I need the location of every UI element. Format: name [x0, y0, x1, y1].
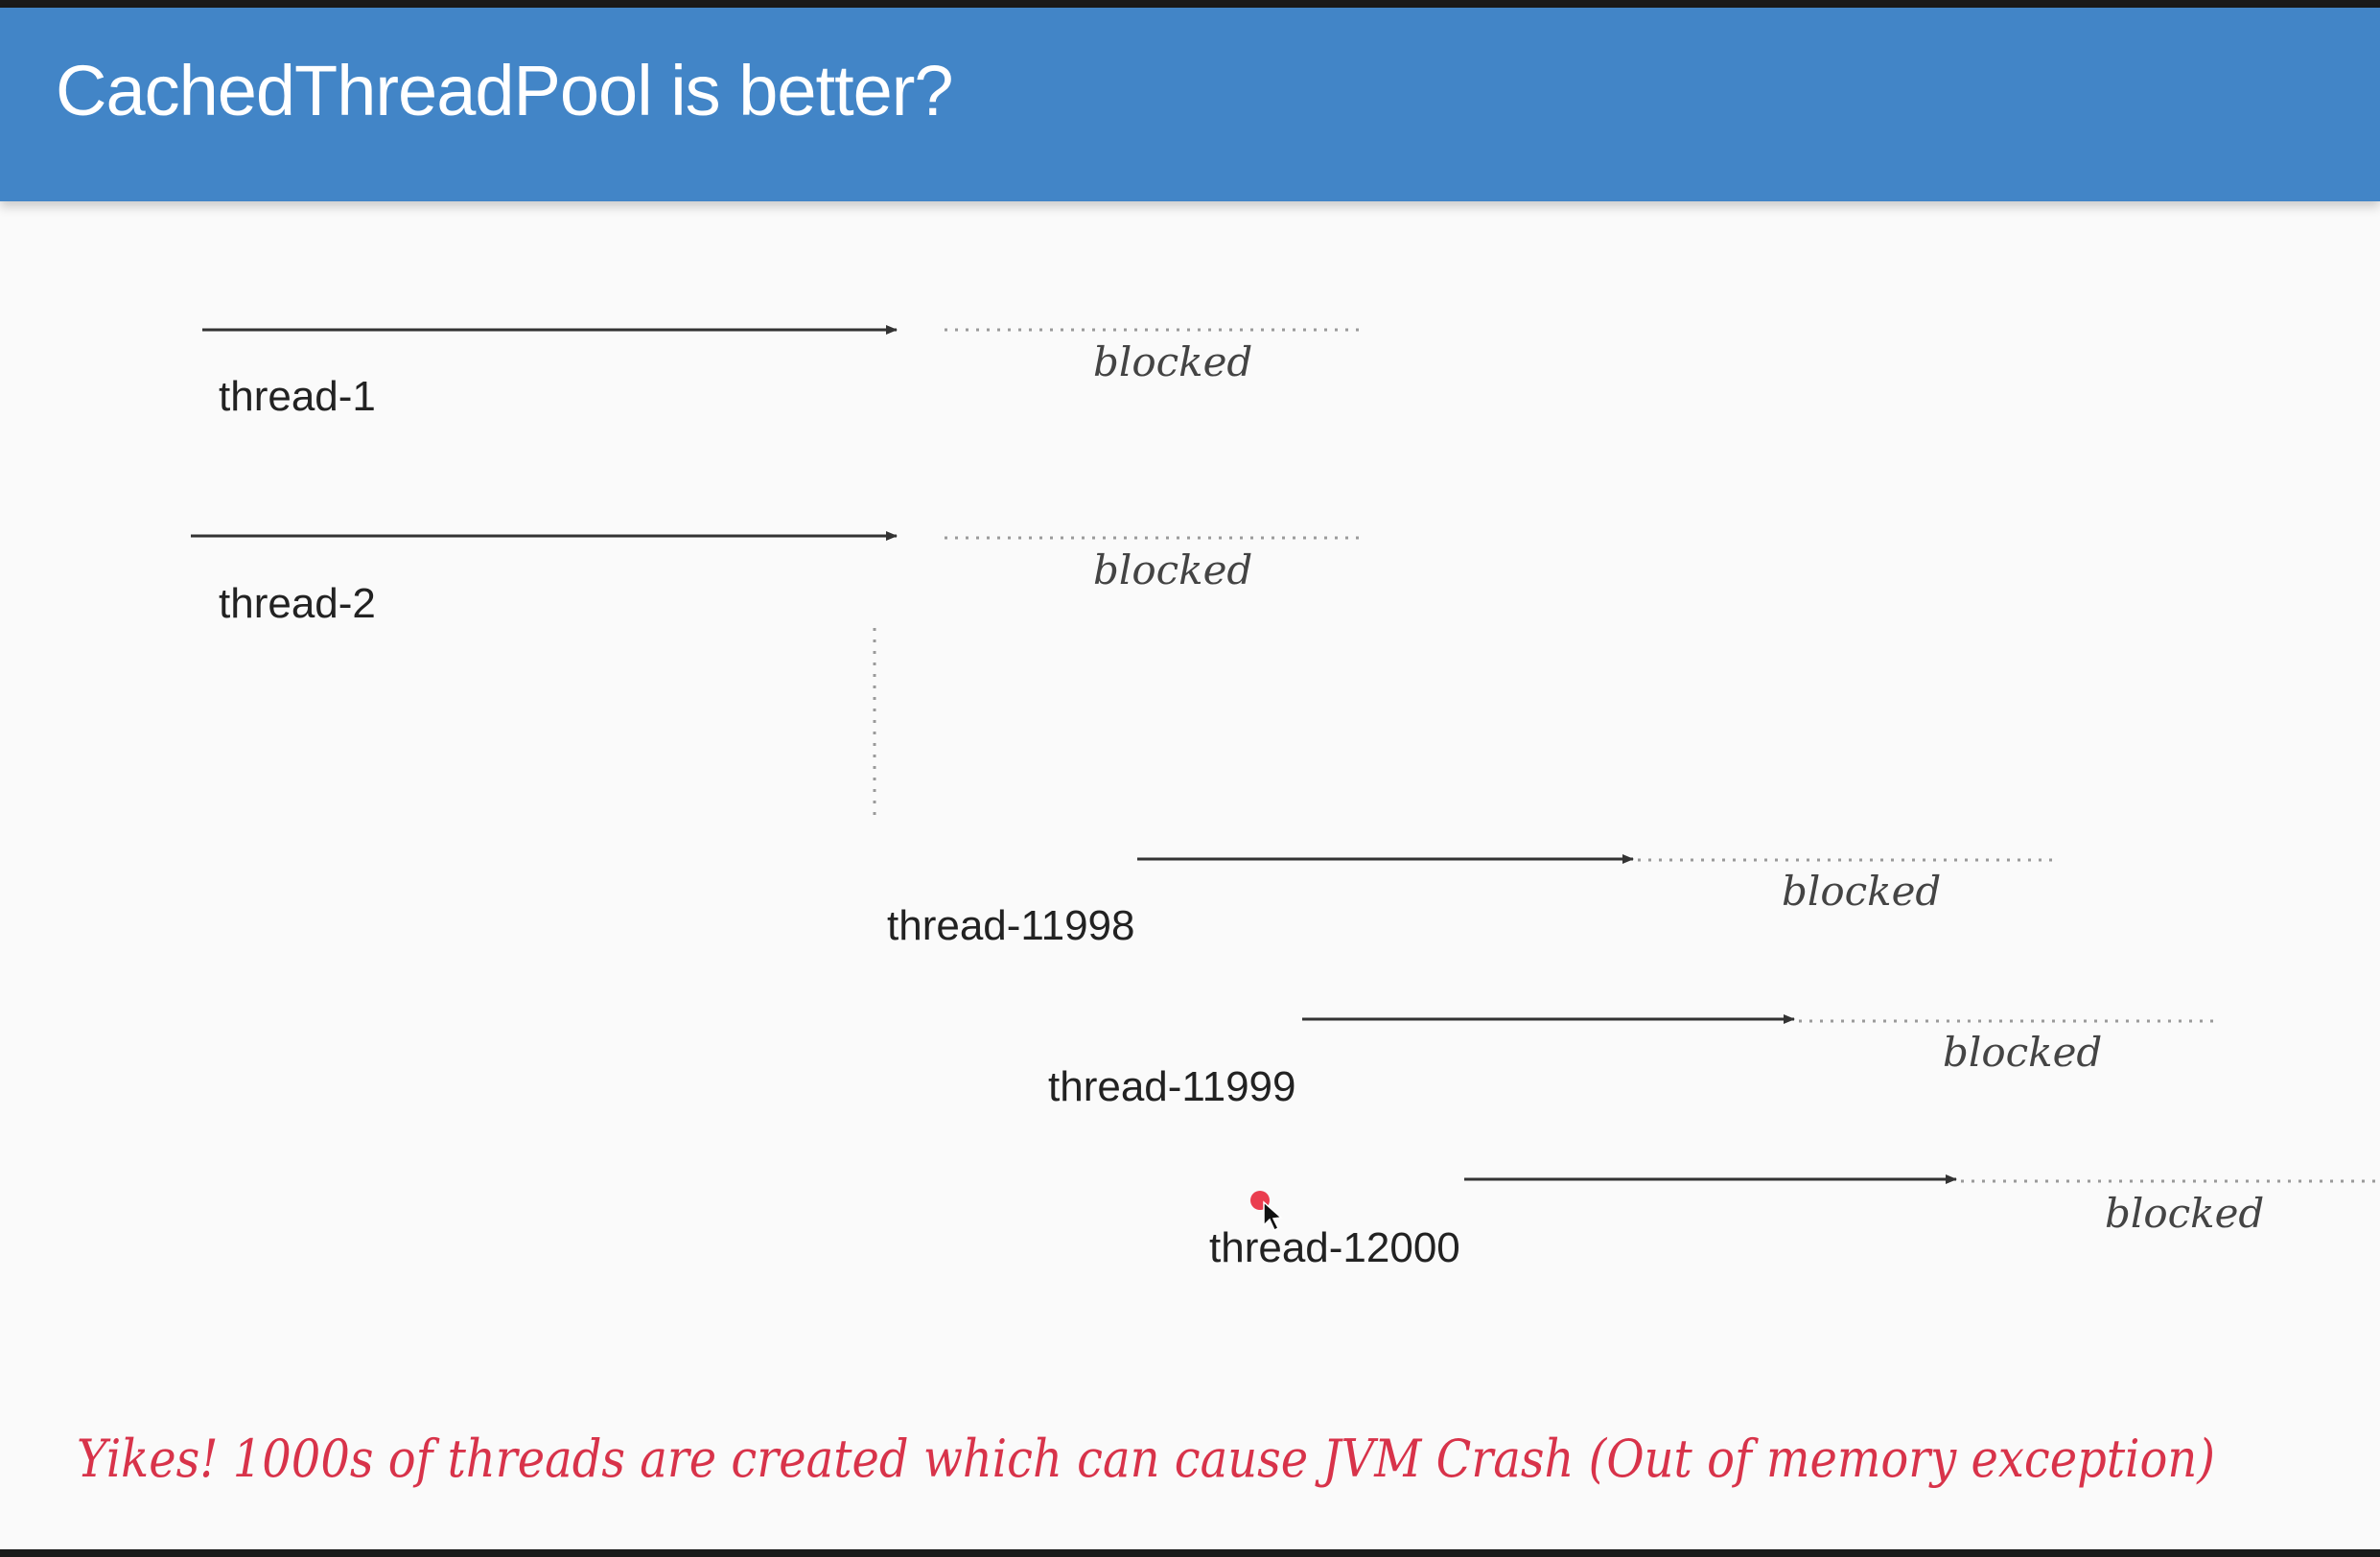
thread-row-12000: blocked thread-12000 — [1209, 1174, 2376, 1271]
thread-11999-blocked-label: blocked — [1943, 1029, 2102, 1076]
slide: CachedThreadPool is better? blocked thre… — [0, 0, 2380, 1557]
thread-11999-label: thread-11999 — [1048, 1063, 1296, 1110]
thread-row-1: blocked thread-1 — [202, 325, 1364, 420]
thread-12000-blocked-label: blocked — [2105, 1190, 2264, 1237]
thread-12000-label: thread-12000 — [1209, 1224, 1460, 1271]
thread-diagram: blocked thread-1 blocked thread-2 blocke… — [77, 325, 2376, 1489]
thread-11998-blocked-label: blocked — [1782, 868, 1941, 915]
thread-2-label: thread-2 — [219, 580, 376, 627]
thread-row-2: blocked thread-2 — [191, 531, 1364, 627]
warning-caption: Yikes! 1000s of threads are created whic… — [77, 1429, 2215, 1489]
thread-1-blocked-label: blocked — [1093, 338, 1252, 385]
bottom-window-bar — [0, 1549, 2380, 1557]
thread-2-blocked-label: blocked — [1093, 546, 1252, 593]
thread-1-label: thread-1 — [219, 373, 376, 420]
thread-row-11999: blocked thread-11999 — [1048, 1014, 2217, 1110]
thread-row-11998: blocked thread-11998 — [887, 854, 2054, 949]
thread-11998-label: thread-11998 — [887, 902, 1135, 949]
